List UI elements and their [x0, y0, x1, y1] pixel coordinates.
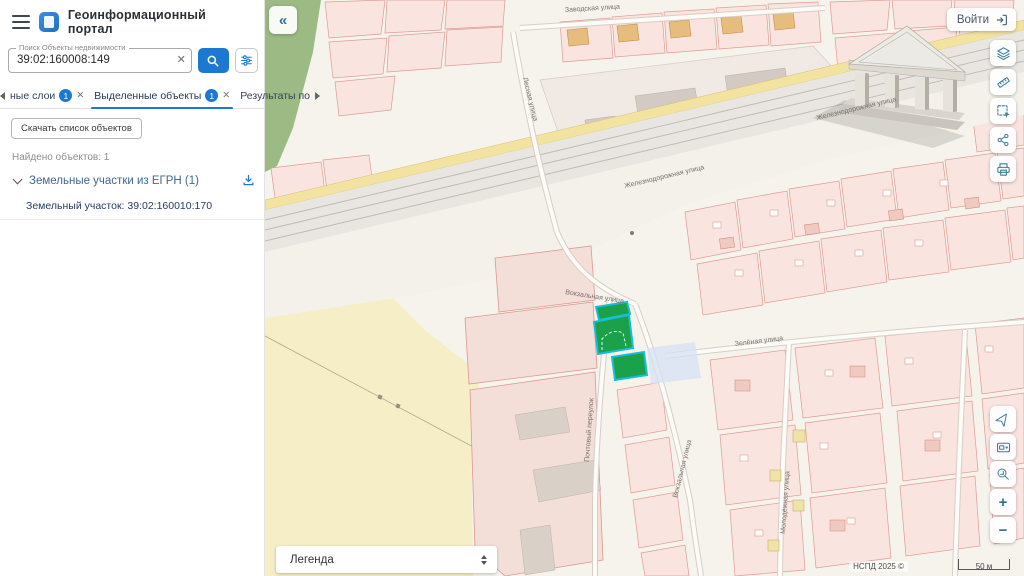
scale-bar: 50 м — [958, 559, 1010, 570]
layers-icon — [995, 45, 1012, 62]
map-attribution: НСПД 2025 © — [849, 561, 908, 572]
parcel-result-item[interactable]: Земельный участок: 39:02:160010:170 — [0, 196, 264, 220]
tab-bar: ные слои 1 ✕ Выделенные объекты 1 ✕ Резу… — [0, 83, 264, 109]
search-extent-button[interactable] — [990, 461, 1016, 487]
download-list-button[interactable]: Скачать список объектов — [11, 118, 142, 139]
tab-results[interactable]: Результаты по — [235, 83, 315, 108]
select-area-icon — [995, 103, 1012, 120]
chevron-down-icon — [13, 174, 23, 184]
locate-me-button[interactable] — [990, 406, 1016, 432]
zoom-out-button[interactable]: − — [990, 517, 1016, 543]
clear-search-icon[interactable]: ✕ — [177, 53, 186, 66]
login-button[interactable]: Войти — [947, 8, 1016, 31]
selected-parcel-main[interactable] — [594, 315, 633, 354]
download-icon[interactable] — [241, 173, 256, 188]
login-icon — [995, 13, 1009, 27]
legend-expand-icon[interactable] — [481, 555, 487, 565]
scale-label: 50 м — [976, 562, 993, 571]
basemap-button[interactable] — [990, 434, 1016, 460]
tab-layers-close-icon[interactable]: ✕ — [76, 90, 84, 101]
print-tool-button[interactable] — [990, 156, 1016, 182]
zoom-in-button[interactable]: + — [990, 489, 1016, 515]
tab-selected-objects[interactable]: Выделенные объекты 1 ✕ — [89, 83, 235, 108]
search-input-label: Поиск Объекты недвижимости — [16, 43, 129, 52]
found-count-text: Найдено объектов: 1 — [12, 152, 264, 163]
egrn-group-row[interactable]: Земельные участки из ЕГРН (1) — [12, 173, 256, 188]
tab-selected-objects-badge: 1 — [205, 89, 218, 102]
legend-bar[interactable]: Легенда — [276, 546, 497, 573]
login-label: Войти — [957, 14, 989, 26]
search-bar: Поиск Объекты недвижимости 39:02:160008:… — [0, 40, 264, 79]
sidebar-panel: Геоинформационный портал Поиск Объекты н… — [0, 0, 265, 576]
sidebar-header: Геоинформационный портал — [0, 0, 264, 40]
sliders-icon — [240, 54, 253, 67]
highlighted-area[interactable] — [647, 342, 701, 384]
search-input-value[interactable]: 39:02:160008:149 — [17, 54, 110, 66]
layers-tool-button[interactable] — [990, 40, 1016, 66]
map-container: Заводская улица Лесная улица Железнодоро… — [265, 0, 1024, 576]
app-logo-icon — [39, 12, 59, 32]
tab-selected-objects-label: Выделенные объекты — [94, 90, 201, 102]
basemap-icon — [995, 439, 1012, 456]
search-extent-icon — [995, 466, 1011, 482]
app-title: Геоинформационный портал — [68, 8, 254, 36]
share-tool-button[interactable] — [990, 127, 1016, 153]
ruler-icon — [995, 74, 1012, 91]
tab-layers-badge: 1 — [59, 89, 72, 102]
locate-icon — [995, 411, 1011, 427]
share-icon — [995, 132, 1011, 148]
tab-selected-objects-close-icon[interactable]: ✕ — [222, 90, 230, 101]
geo-portal-app: Геоинформационный портал Поиск Объекты н… — [0, 0, 1024, 576]
printer-icon — [995, 161, 1012, 178]
tab-layers-label: ные слои — [10, 90, 55, 102]
filter-button[interactable] — [235, 48, 258, 73]
map-canvas[interactable]: Заводская улица Лесная улица Железнодоро… — [265, 0, 1024, 576]
menu-icon[interactable] — [12, 15, 30, 29]
select-area-tool-button[interactable] — [990, 98, 1016, 124]
collapse-sidebar-button[interactable]: « — [269, 6, 297, 34]
selected-parcel-small[interactable] — [612, 352, 647, 380]
search-button[interactable] — [198, 48, 229, 73]
search-input[interactable]: Поиск Объекты недвижимости 39:02:160008:… — [8, 48, 192, 73]
legend-label: Легенда — [290, 554, 481, 566]
tab-results-label: Результаты по — [240, 90, 310, 102]
tabs-scroll-right-icon[interactable] — [315, 92, 320, 100]
tab-layers[interactable]: ные слои 1 ✕ — [5, 83, 89, 108]
measure-tool-button[interactable] — [990, 69, 1016, 95]
search-icon — [206, 54, 220, 68]
egrn-group-label: Земельные участки из ЕГРН (1) — [29, 175, 241, 187]
